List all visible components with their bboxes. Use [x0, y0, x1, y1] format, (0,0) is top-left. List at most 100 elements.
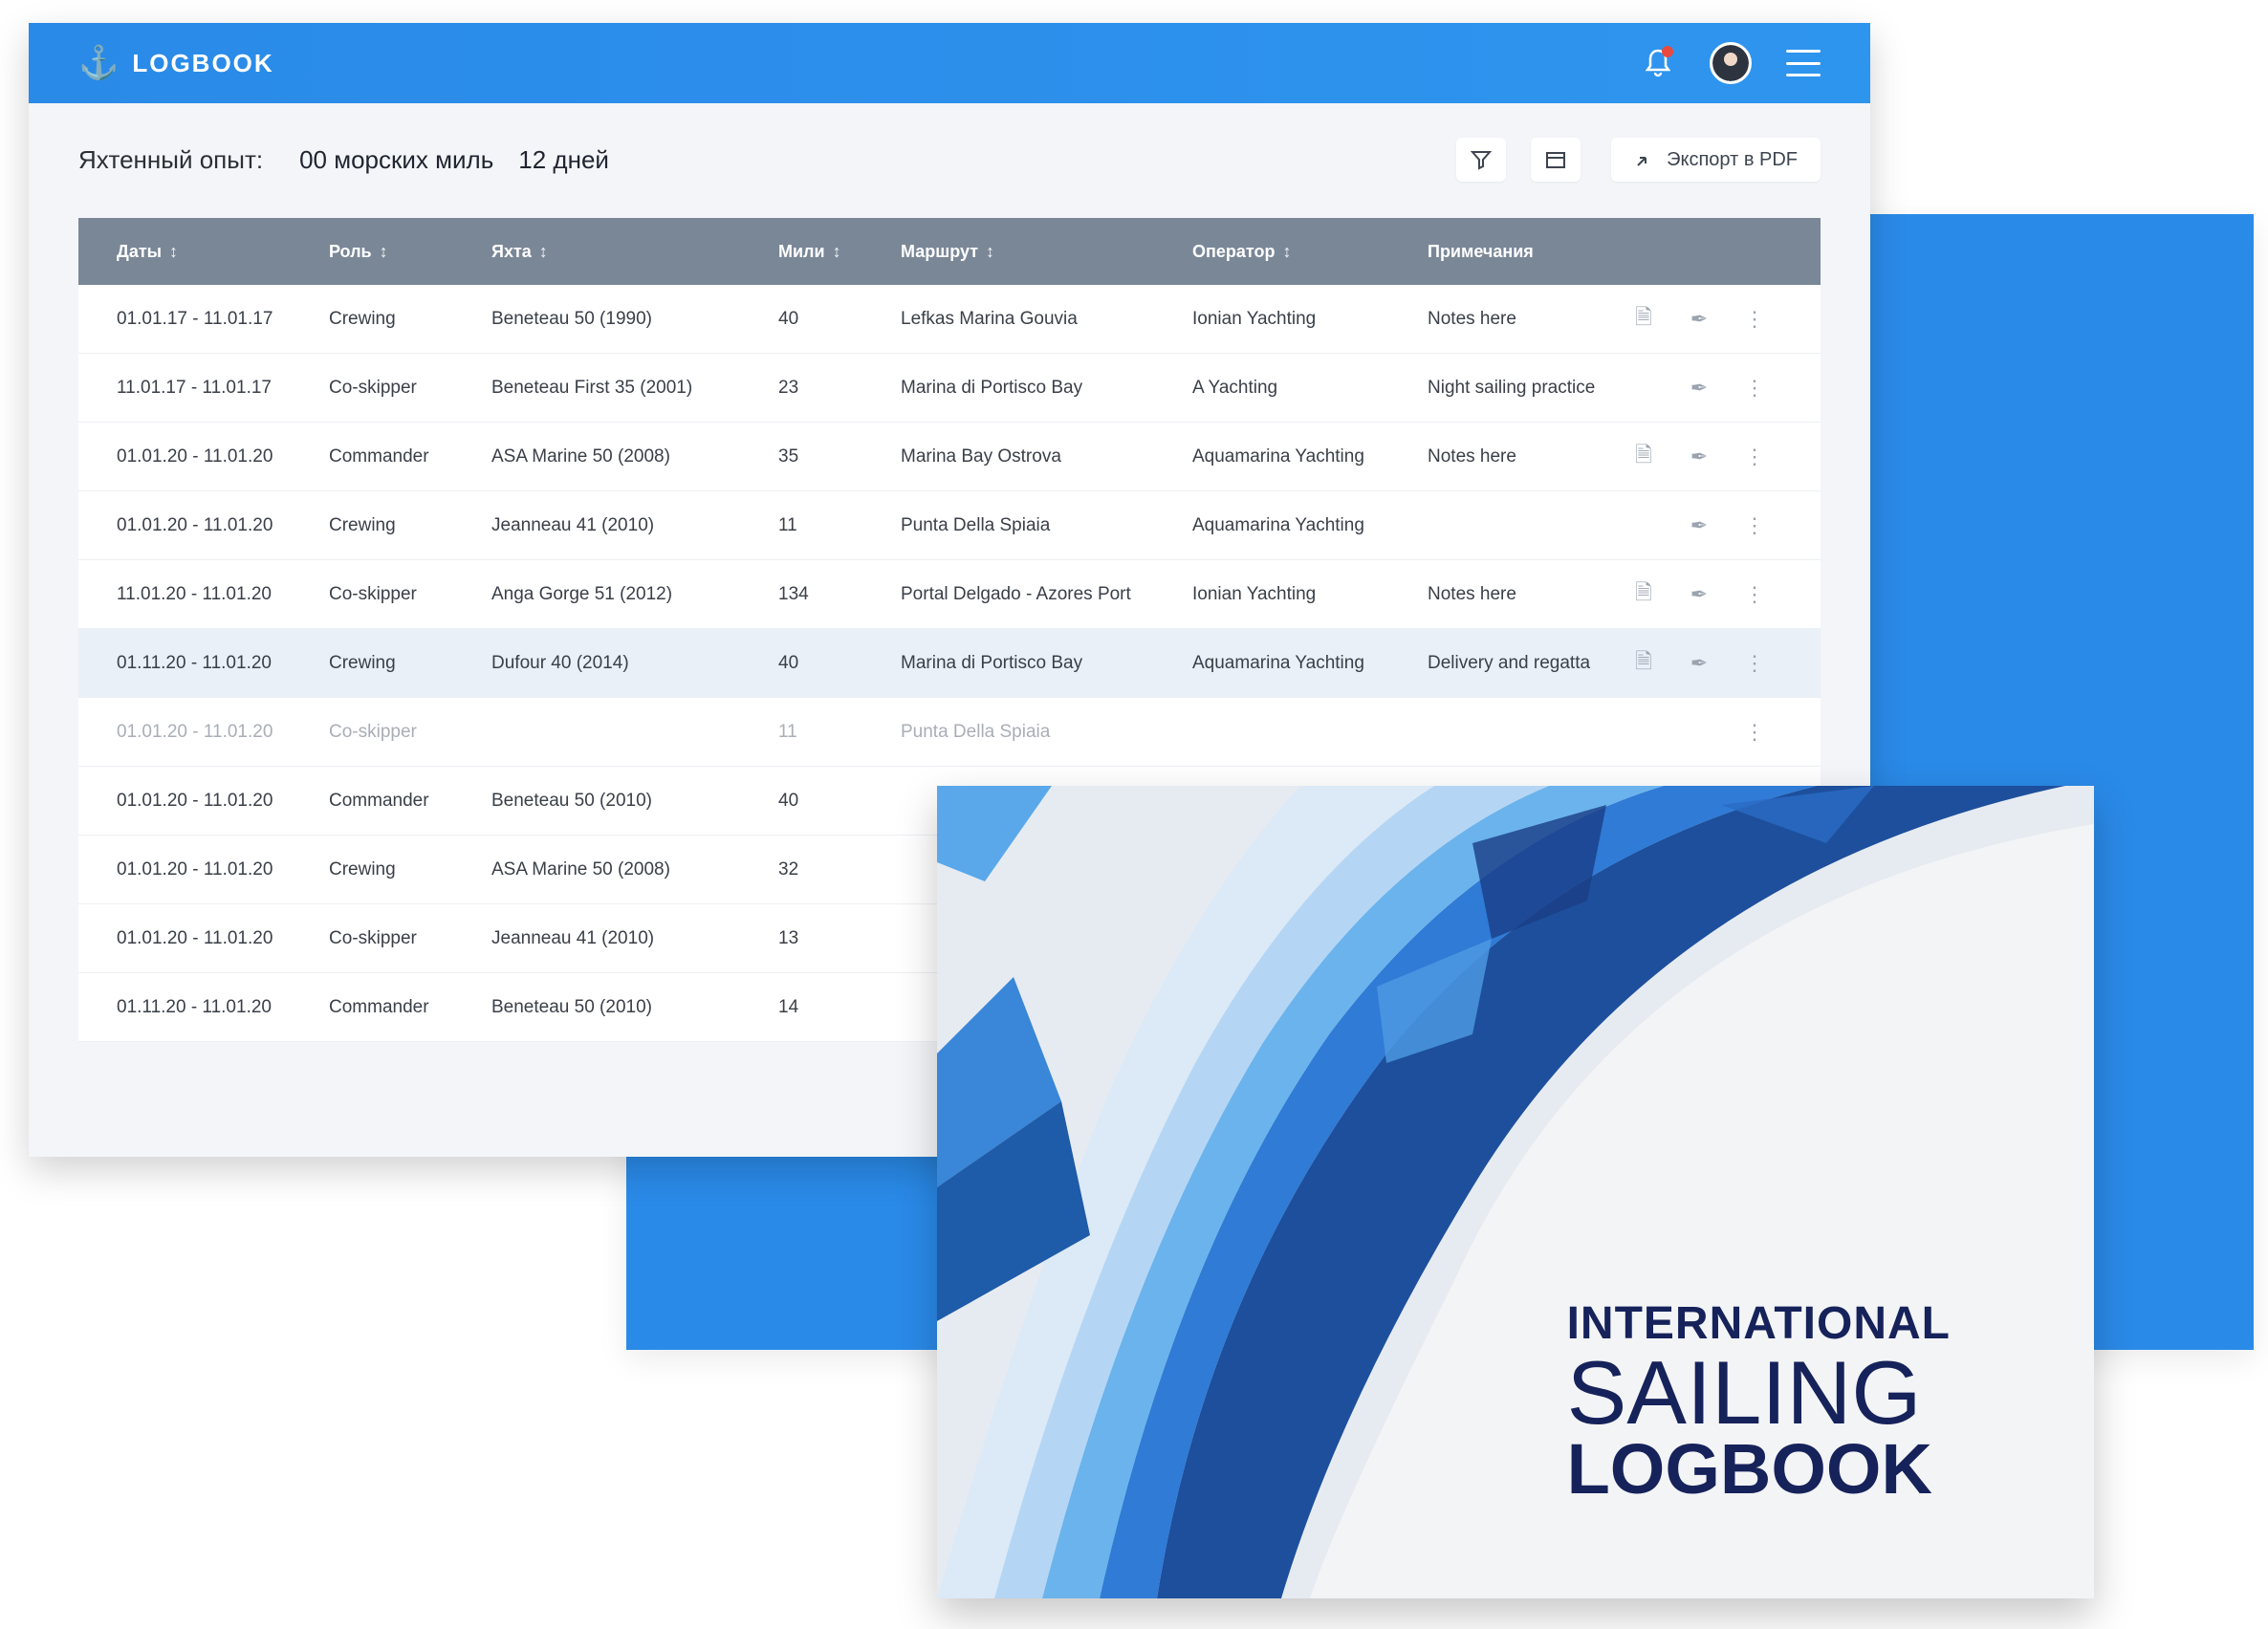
brand-name: LOGBOOK [132, 48, 274, 77]
signature-icon[interactable]: ✒ [1683, 582, 1715, 607]
row-actions: 🗎 ✒ ⋮ [1606, 301, 1821, 337]
cell-role: Commander [329, 445, 429, 467]
cell-notes: Notes here [1428, 308, 1516, 329]
table-row[interactable]: 01.01.20 - 11.01.20 Commander ASA Marine 5… [78, 423, 1821, 491]
cell-miles: 40 [778, 652, 799, 673]
cell-notes: Notes here [1428, 583, 1516, 604]
cell-miles: 134 [778, 583, 809, 604]
pdf-icon [1637, 157, 1647, 166]
cell-operator: Ionian Yachting [1192, 308, 1317, 329]
document-icon[interactable]: 🗎 [1627, 301, 1660, 337]
cell-yacht: Dufour 40 (2014) [491, 652, 629, 673]
more-vertical-icon[interactable]: ⋮ [1738, 376, 1771, 401]
cell-yacht: Beneteau 50 (2010) [491, 996, 652, 1017]
table-row[interactable]: 11.01.17 - 11.01.17 Co-skipper Beneteau Fi… [78, 354, 1821, 423]
cell-dates: 11.01.17 - 11.01.17 [117, 377, 272, 398]
cell-route: Punta Della Spiaia [901, 514, 1051, 535]
table-row[interactable]: 01.11.20 - 11.01.20 Crewing Dufour 40 (201… [78, 629, 1821, 698]
more-vertical-icon[interactable]: ⋮ [1738, 720, 1771, 745]
more-vertical-icon[interactable]: ⋮ [1738, 651, 1771, 676]
cell-operator: Aquamarina Yachting [1192, 445, 1364, 467]
experience-miles: 00 морских миль [299, 144, 494, 174]
signature-icon[interactable]: ✒ [1683, 376, 1715, 401]
cell-role: Crewing [329, 514, 396, 535]
experience-label: Яхтенный опыт: [78, 144, 264, 174]
notification-badge [1662, 46, 1673, 57]
cell-miles: 14 [778, 996, 799, 1017]
column-header-role[interactable]: Роль ↕ [291, 242, 453, 262]
document-icon[interactable]: 🗎 [1627, 439, 1660, 475]
cell-miles: 32 [778, 858, 799, 880]
table-row[interactable]: 11.01.20 - 11.01.20 Co-skipper Anga Gorge … [78, 560, 1821, 629]
cell-dates: 01.01.20 - 11.01.20 [117, 721, 273, 742]
top-bar: ⚓ LOGBOOK [29, 23, 1870, 103]
cell-dates: 01.11.20 - 11.01.20 [117, 652, 272, 673]
cell-operator: Ionian Yachting [1192, 583, 1317, 604]
column-header-notes: Примечания [1428, 241, 1534, 261]
row-actions: 🗎 ✒ ⋮ [1606, 439, 1821, 475]
cell-miles: 40 [778, 308, 799, 329]
signature-icon[interactable]: ✒ [1683, 651, 1715, 676]
export-pdf-button[interactable]: Экспорт в PDF [1611, 138, 1821, 182]
row-actions: 🗎 ✒ ⋮ [1606, 576, 1821, 613]
cover-title-line2: SAILING [1566, 1342, 1922, 1443]
more-vertical-icon[interactable]: ⋮ [1738, 307, 1771, 332]
document-icon[interactable]: 🗎 [1627, 576, 1660, 613]
cell-dates: 01.01.20 - 11.01.20 [117, 514, 273, 535]
row-actions: 🗎 ✒ ⋮ [1606, 645, 1821, 682]
bell-icon[interactable] [1639, 44, 1677, 82]
signature-icon[interactable]: ✒ [1683, 513, 1715, 538]
row-actions: ✒ ⋮ [1606, 513, 1821, 538]
cell-dates: 01.01.17 - 11.01.17 [117, 308, 273, 329]
avatar[interactable] [1710, 42, 1752, 84]
filter-icon [1471, 151, 1493, 170]
signature-icon[interactable]: ✒ [1683, 307, 1715, 332]
cover-title: INTERNATIONAL SAILING LOGBOOK [1567, 1297, 1951, 1505]
column-header-operator[interactable]: Оператор ↕ [1154, 242, 1389, 262]
cell-role: Crewing [329, 652, 396, 673]
table-row[interactable]: 01.01.20 - 11.01.20 Crewing Jeanneau 41 (2… [78, 491, 1821, 560]
cell-route: Marina Bay Ostrova [901, 445, 1061, 467]
more-vertical-icon[interactable]: ⋮ [1738, 582, 1771, 607]
cell-dates: 01.01.20 - 11.01.20 [117, 927, 273, 948]
cell-yacht: Jeanneau 41 (2010) [491, 927, 655, 948]
anchor-icon: ⚓ [78, 45, 120, 81]
column-header-dates[interactable]: Даты ↕ [78, 242, 291, 262]
cell-role: Crewing [329, 858, 396, 880]
column-header-route[interactable]: Маршрут ↕ [862, 242, 1154, 262]
cell-role: Commander [329, 790, 429, 811]
cell-notes: Night sailing practice [1428, 377, 1596, 398]
cell-operator: Aquamarina Yachting [1192, 514, 1364, 535]
cell-yacht: Jeanneau 41 (2010) [491, 514, 655, 535]
cover-title-line3: LOGBOOK [1566, 1429, 1932, 1509]
row-actions: ✒ ⋮ [1606, 376, 1821, 401]
cell-miles: 11 [778, 514, 797, 535]
summary-toolbar: Яхтенный опыт: 00 морских миль 12 дней Э… [29, 103, 1870, 216]
cell-yacht: ASA Marine 50 (2008) [491, 858, 670, 880]
logbook-cover: INTERNATIONAL SAILING LOGBOOK [937, 786, 2094, 1598]
column-header-yacht[interactable]: Яхта ↕ [453, 242, 740, 262]
calendar-button[interactable] [1531, 138, 1581, 182]
cell-miles: 11 [778, 721, 797, 742]
cell-dates: 11.01.20 - 11.01.20 [117, 583, 272, 604]
cell-dates: 01.01.20 - 11.01.20 [117, 445, 273, 467]
cell-route: Marina di Portisco Bay [901, 377, 1083, 398]
brand[interactable]: ⚓ LOGBOOK [78, 47, 274, 79]
document-icon[interactable]: 🗎 [1627, 645, 1660, 682]
table-row[interactable]: 01.01.20 - 11.01.20 Co-skipper 11 Punta Del… [78, 698, 1821, 767]
more-vertical-icon[interactable]: ⋮ [1738, 513, 1771, 538]
cell-yacht: Beneteau 50 (1990) [491, 308, 652, 329]
cell-role: Commander [329, 996, 429, 1017]
table-row[interactable]: 01.01.17 - 11.01.17 Crewing Beneteau 50 (1… [78, 285, 1821, 354]
calendar-icon [1546, 152, 1566, 168]
column-header-miles[interactable]: Мили ↕ [740, 242, 862, 262]
cell-notes: Delivery and regatta [1428, 652, 1591, 673]
filter-button[interactable] [1456, 138, 1507, 182]
signature-icon[interactable]: ✒ [1683, 445, 1715, 469]
cell-dates: 01.01.20 - 11.01.20 [117, 858, 273, 880]
cell-miles: 13 [778, 927, 799, 948]
cell-yacht: ASA Marine 50 (2008) [491, 445, 670, 467]
cell-yacht: Beneteau First 35 (2001) [491, 377, 693, 398]
more-vertical-icon[interactable]: ⋮ [1738, 445, 1771, 469]
hamburger-icon[interactable] [1786, 50, 1821, 76]
